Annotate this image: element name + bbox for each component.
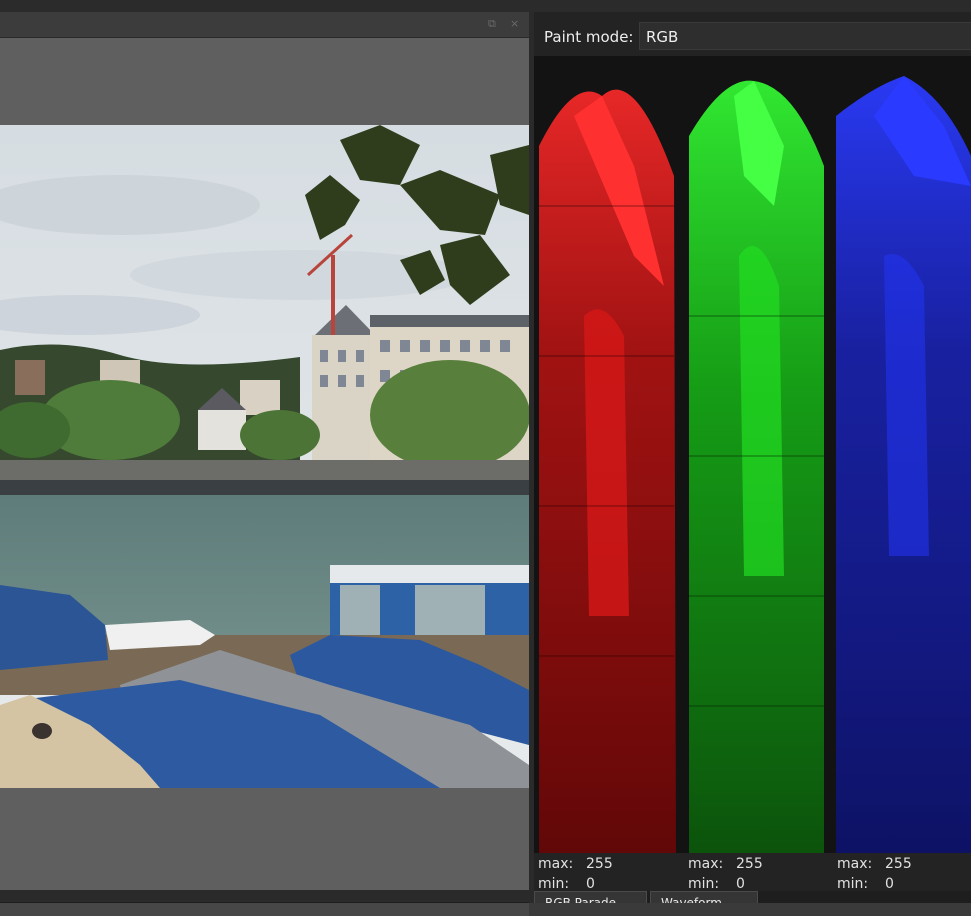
green-max-value: 255 [736, 856, 763, 872]
red-channel-stats: max: 255 min: 0 [538, 854, 613, 894]
rgb-parade-scope [534, 56, 971, 853]
blue-channel-stats: max: 255 min: 0 [837, 854, 912, 894]
red-min-value: 0 [586, 876, 595, 892]
green-channel-parade [689, 80, 824, 853]
blue-max-label: max: [837, 856, 873, 872]
red-max-value: 255 [586, 856, 613, 872]
green-channel-stats: max: 255 min: 0 [688, 854, 763, 894]
scopes-docker: Paint mode: RGB max: 255 min: 0 max: 255… [534, 12, 971, 903]
tab-waveform[interactable]: Waveform [650, 891, 758, 903]
paint-mode-select[interactable]: RGB [639, 22, 971, 50]
blue-max-value: 255 [885, 856, 912, 872]
float-icon[interactable]: ⧉ [488, 17, 496, 31]
canvas-titlebar: ⧉ × [0, 12, 529, 38]
close-icon[interactable]: × [510, 17, 519, 31]
tab-rgb-parade[interactable]: RGB Parade [534, 891, 647, 903]
blue-min-value: 0 [885, 876, 894, 892]
green-max-label: max: [688, 856, 724, 872]
scope-tabs: RGB Parade Waveform [534, 891, 971, 903]
paint-mode-row: Paint mode: RGB [534, 12, 971, 56]
red-max-row: max: 255 [538, 854, 613, 874]
blue-channel-parade [836, 76, 971, 853]
paint-mode-label: Paint mode: [544, 28, 634, 46]
blue-max-row: max: 255 [837, 854, 912, 874]
canvas-image[interactable] [0, 125, 529, 788]
green-min-value: 0 [736, 876, 745, 892]
paint-mode-value: RGB [646, 28, 679, 46]
canvas-pane[interactable]: ⧉ × [0, 12, 529, 916]
red-max-label: max: [538, 856, 574, 872]
horizontal-ruler[interactable] [0, 902, 529, 916]
red-channel-parade [539, 89, 676, 853]
green-max-row: max: 255 [688, 854, 763, 874]
